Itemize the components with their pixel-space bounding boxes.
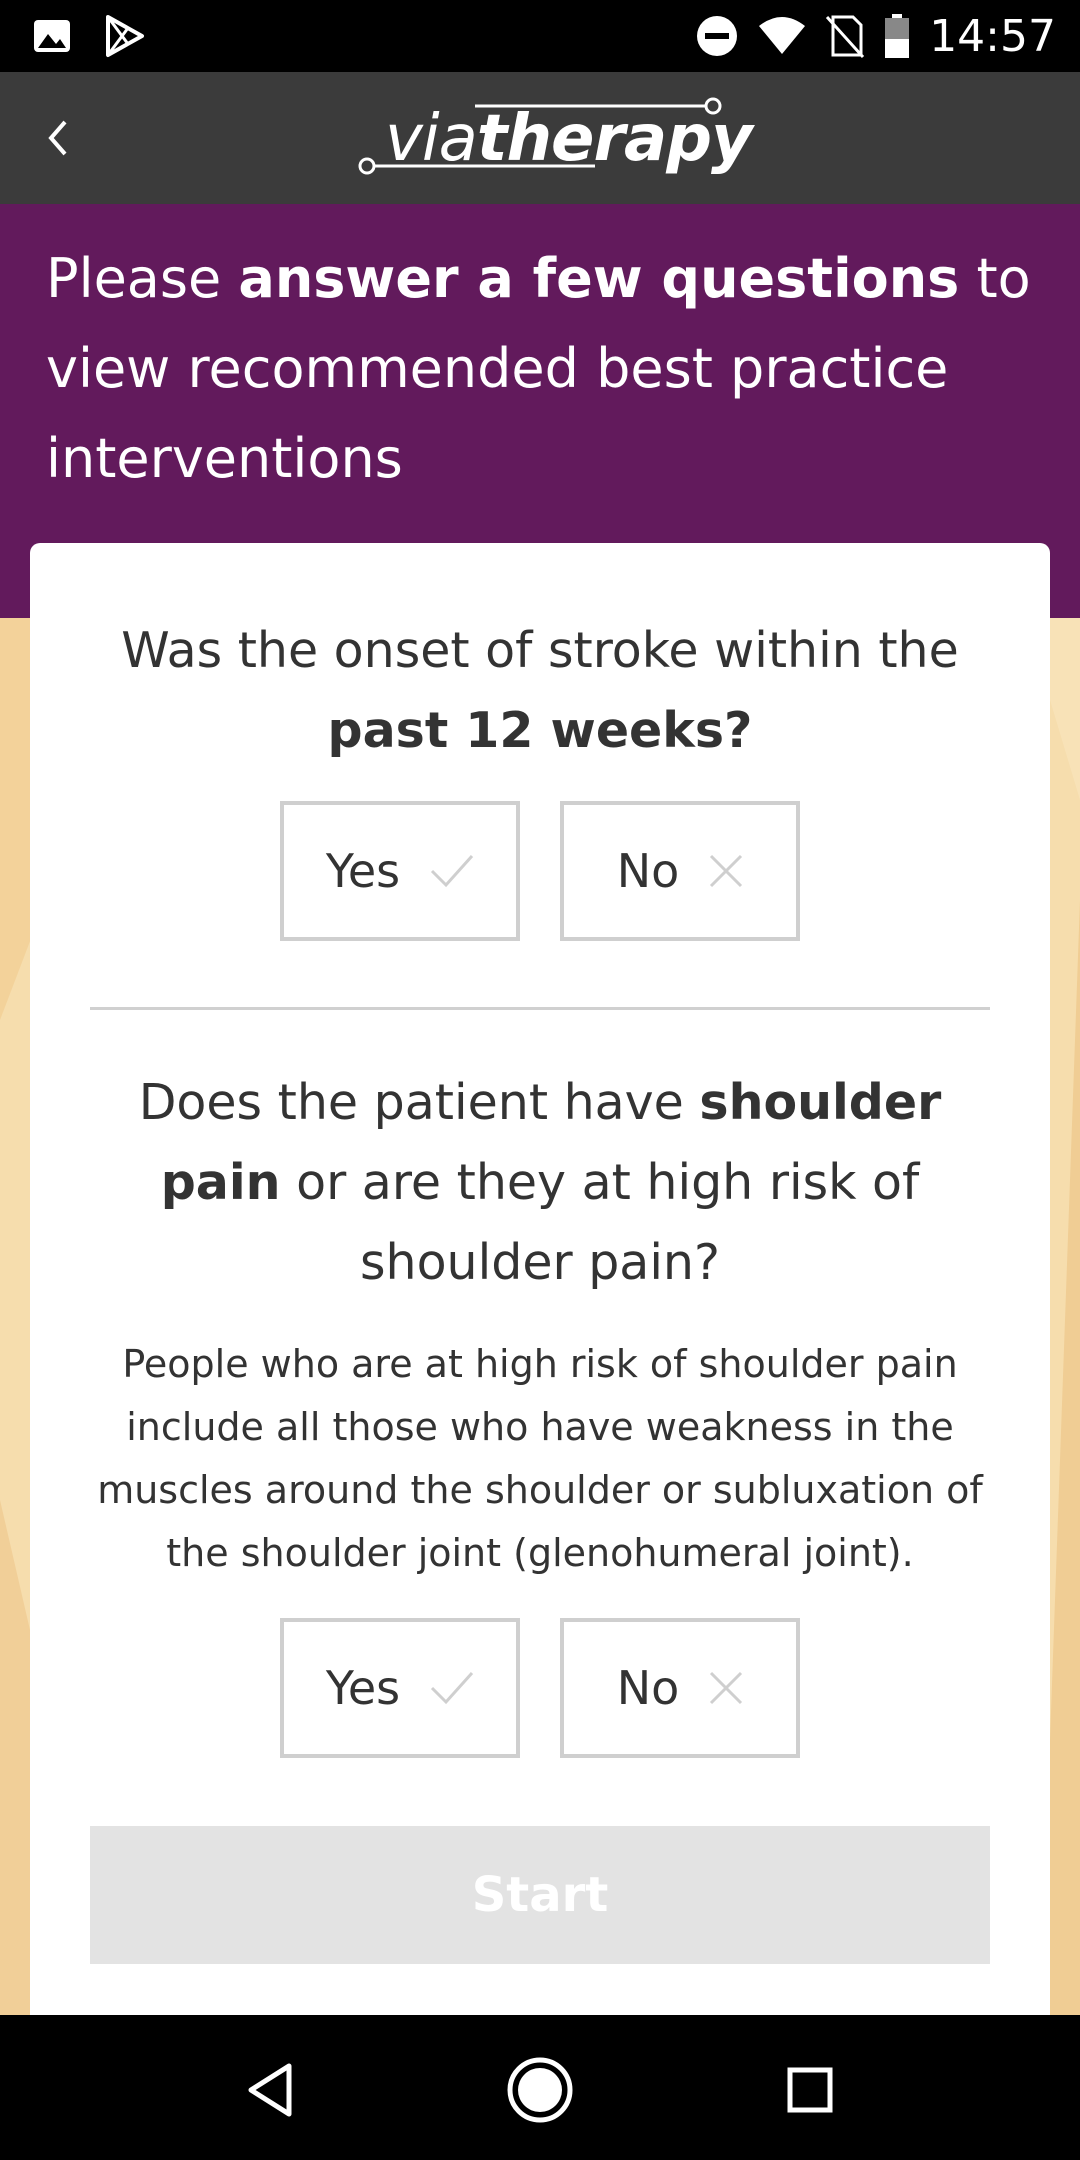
- question-stroke-onset: Was the onset of stroke within the past …: [121, 622, 959, 759]
- viatherapy-logo: viatherapy: [355, 94, 753, 194]
- nav-home-button[interactable]: [495, 2045, 585, 2135]
- wifi-icon: [759, 17, 806, 54]
- play-store-icon: [106, 15, 144, 57]
- divider: [90, 1007, 990, 1010]
- do-not-disturb-icon: [697, 16, 738, 56]
- triangle-back-icon: [248, 2063, 292, 2117]
- start-button[interactable]: Start: [90, 1826, 990, 1964]
- battery-icon: [885, 14, 910, 58]
- clock-time: 14:57: [929, 10, 1056, 62]
- chevron-left-icon: [48, 120, 67, 156]
- stroke-onset-options: Yes No: [280, 801, 800, 941]
- check-icon: [431, 1671, 474, 1705]
- app-bar: viatherapy: [0, 72, 1080, 204]
- intro-text: Please answer a few questions to view re…: [46, 247, 1031, 490]
- no-sim-icon: [826, 15, 865, 59]
- no-label: No: [616, 1661, 680, 1715]
- nav-back-button[interactable]: [225, 2045, 315, 2135]
- yes-label: Yes: [325, 844, 401, 898]
- back-button[interactable]: [18, 98, 98, 178]
- check-icon: [431, 854, 474, 888]
- status-bar: 14:57: [0, 0, 1080, 72]
- image-icon: [34, 20, 70, 52]
- square-recents-icon: [787, 2067, 833, 2113]
- close-icon: [710, 1671, 743, 1705]
- shoulder-pain-yes-button[interactable]: Yes: [280, 1618, 520, 1758]
- shoulder-pain-note: People who are at high risk of shoulder …: [97, 1342, 983, 1575]
- yes-label: Yes: [325, 1661, 401, 1715]
- system-nav-bar: [0, 2015, 1080, 2160]
- stroke-onset-yes-button[interactable]: Yes: [280, 801, 520, 941]
- close-icon: [710, 854, 743, 888]
- shoulder-pain-options: Yes No: [280, 1618, 800, 1758]
- question-shoulder-pain: Does the patient have shoulder pain or a…: [138, 1074, 942, 1291]
- stroke-onset-no-button[interactable]: No: [560, 801, 800, 941]
- shoulder-pain-no-button[interactable]: No: [560, 1618, 800, 1758]
- home-circle-icon: [507, 2057, 573, 2123]
- nav-recents-button[interactable]: [765, 2045, 855, 2135]
- questionnaire-card: Was the onset of stroke within the past …: [30, 543, 1050, 2015]
- logo-text: viatherapy: [385, 102, 753, 176]
- no-label: No: [616, 844, 680, 898]
